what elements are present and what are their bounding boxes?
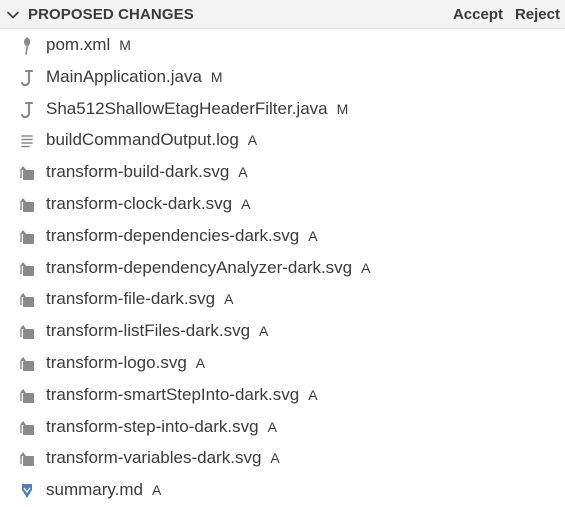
file-name-label: summary.md A bbox=[46, 480, 161, 500]
markdown-file-icon bbox=[18, 482, 36, 500]
file-row[interactable]: transform-build-dark.svg A bbox=[0, 157, 565, 189]
file-name-label: transform-listFiles-dark.svg A bbox=[46, 321, 268, 341]
file-row[interactable]: transform-listFiles-dark.svg A bbox=[0, 316, 565, 348]
file-status-badge: A bbox=[361, 259, 371, 276]
file-name-text: transform-variables-dark.svg bbox=[46, 448, 262, 468]
file-name-label: transform-build-dark.svg A bbox=[46, 162, 248, 182]
file-name-text: transform-smartStepInto-dark.svg bbox=[46, 384, 300, 404]
image-file-icon bbox=[18, 323, 36, 341]
file-status-badge: A bbox=[238, 164, 248, 181]
chevron-down-icon[interactable] bbox=[5, 7, 21, 23]
header-actions: Accept Reject bbox=[453, 6, 560, 23]
file-name-text: MainApplication.java bbox=[46, 66, 202, 86]
file-row[interactable]: buildCommandOutput.log A bbox=[0, 125, 565, 157]
file-name-text: transform-logo.svg bbox=[46, 352, 187, 372]
file-status-badge: A bbox=[267, 418, 277, 435]
file-name-text: transform-dependencies-dark.svg bbox=[46, 225, 300, 245]
image-file-icon bbox=[18, 419, 36, 437]
file-status-badge: M bbox=[119, 37, 131, 53]
file-status-badge: A bbox=[195, 354, 206, 371]
file-row[interactable]: Sha512ShallowEtagHeaderFilter.java M bbox=[0, 94, 565, 126]
file-name-label: transform-step-into-dark.svg A bbox=[46, 417, 277, 437]
file-row[interactable]: transform-dependencyAnalyzer-dark.svg A bbox=[0, 253, 565, 285]
file-row[interactable]: transform-smartStepInto-dark.svg A bbox=[0, 380, 565, 412]
file-status-badge: M bbox=[336, 100, 349, 117]
log-file-icon bbox=[18, 132, 36, 150]
image-file-icon bbox=[18, 450, 36, 468]
file-name-label: Sha512ShallowEtagHeaderFilter.java M bbox=[46, 99, 348, 119]
file-status-badge: M bbox=[210, 68, 223, 85]
file-row[interactable]: transform-file-dark.svg A bbox=[0, 284, 565, 316]
file-row[interactable]: transform-variables-dark.svg A bbox=[0, 443, 565, 475]
file-status-badge: A bbox=[259, 323, 269, 340]
file-row[interactable]: transform-clock-dark.svg A bbox=[0, 189, 565, 221]
file-name-label: MainApplication.java M bbox=[46, 67, 223, 87]
panel-title: PROPOSED CHANGES bbox=[28, 6, 194, 23]
java-file-icon bbox=[18, 101, 36, 119]
reject-button[interactable]: Reject bbox=[515, 6, 560, 23]
panel-header[interactable]: PROPOSED CHANGES Accept Reject bbox=[0, 0, 565, 29]
file-name-text: pom.xml bbox=[46, 35, 111, 54]
file-name-label: transform-dependencyAnalyzer-dark.svg A bbox=[46, 258, 371, 278]
file-status-badge: A bbox=[308, 386, 318, 403]
file-name-label: pom.xml M bbox=[46, 35, 131, 55]
image-file-icon bbox=[18, 196, 36, 214]
image-file-icon bbox=[18, 260, 36, 278]
file-name-text: transform-clock-dark.svg bbox=[46, 193, 233, 213]
file-row[interactable]: transform-dependencies-dark.svg A bbox=[0, 221, 565, 253]
file-name-text: summary.md bbox=[46, 480, 143, 500]
file-name-label: transform-smartStepInto-dark.svg A bbox=[46, 385, 318, 405]
file-name-text: Sha512ShallowEtagHeaderFilter.java bbox=[46, 98, 328, 118]
file-name-text: transform-build-dark.svg bbox=[46, 162, 230, 182]
file-name-label: transform-dependencies-dark.svg A bbox=[46, 226, 318, 246]
java-file-icon bbox=[18, 69, 36, 87]
file-name-label: transform-variables-dark.svg A bbox=[46, 448, 280, 468]
file-status-badge: A bbox=[308, 227, 318, 244]
file-name-text: buildCommandOutput.log bbox=[46, 130, 239, 150]
file-name-label: transform-file-dark.svg A bbox=[46, 289, 233, 309]
file-name-label: buildCommandOutput.log A bbox=[46, 130, 257, 150]
file-status-badge: A bbox=[247, 132, 258, 149]
image-file-icon bbox=[18, 228, 36, 246]
file-name-label: transform-clock-dark.svg A bbox=[46, 194, 250, 214]
file-row[interactable]: transform-step-into-dark.svg A bbox=[0, 412, 565, 444]
file-list: pom.xml M MainApplication.java M Sha512Shall… bbox=[0, 30, 565, 507]
file-name-text: transform-file-dark.svg bbox=[46, 289, 216, 309]
file-row[interactable]: summary.md A bbox=[0, 475, 565, 507]
file-row[interactable]: transform-logo.svg A bbox=[0, 348, 565, 380]
file-name-text: transform-step-into-dark.svg bbox=[46, 416, 259, 436]
file-name-label: transform-logo.svg A bbox=[46, 353, 205, 373]
file-status-badge: A bbox=[241, 195, 251, 212]
proposed-changes-panel: PROPOSED CHANGES Accept Reject pom.xml M M… bbox=[0, 0, 565, 506]
file-status-badge: A bbox=[151, 482, 162, 499]
file-status-badge: A bbox=[270, 450, 280, 467]
image-file-icon bbox=[18, 355, 36, 373]
file-row[interactable]: MainApplication.java M bbox=[0, 62, 565, 94]
image-file-icon bbox=[18, 387, 36, 405]
file-name-text: transform-listFiles-dark.svg bbox=[46, 321, 251, 341]
accept-button[interactable]: Accept bbox=[453, 6, 503, 23]
file-name-text: transform-dependencyAnalyzer-dark.svg bbox=[46, 257, 353, 277]
file-row[interactable]: pom.xml M bbox=[0, 30, 565, 62]
image-file-icon bbox=[18, 164, 36, 182]
image-file-icon bbox=[18, 291, 36, 309]
xml-file-icon bbox=[18, 37, 36, 55]
file-status-badge: A bbox=[224, 291, 234, 308]
